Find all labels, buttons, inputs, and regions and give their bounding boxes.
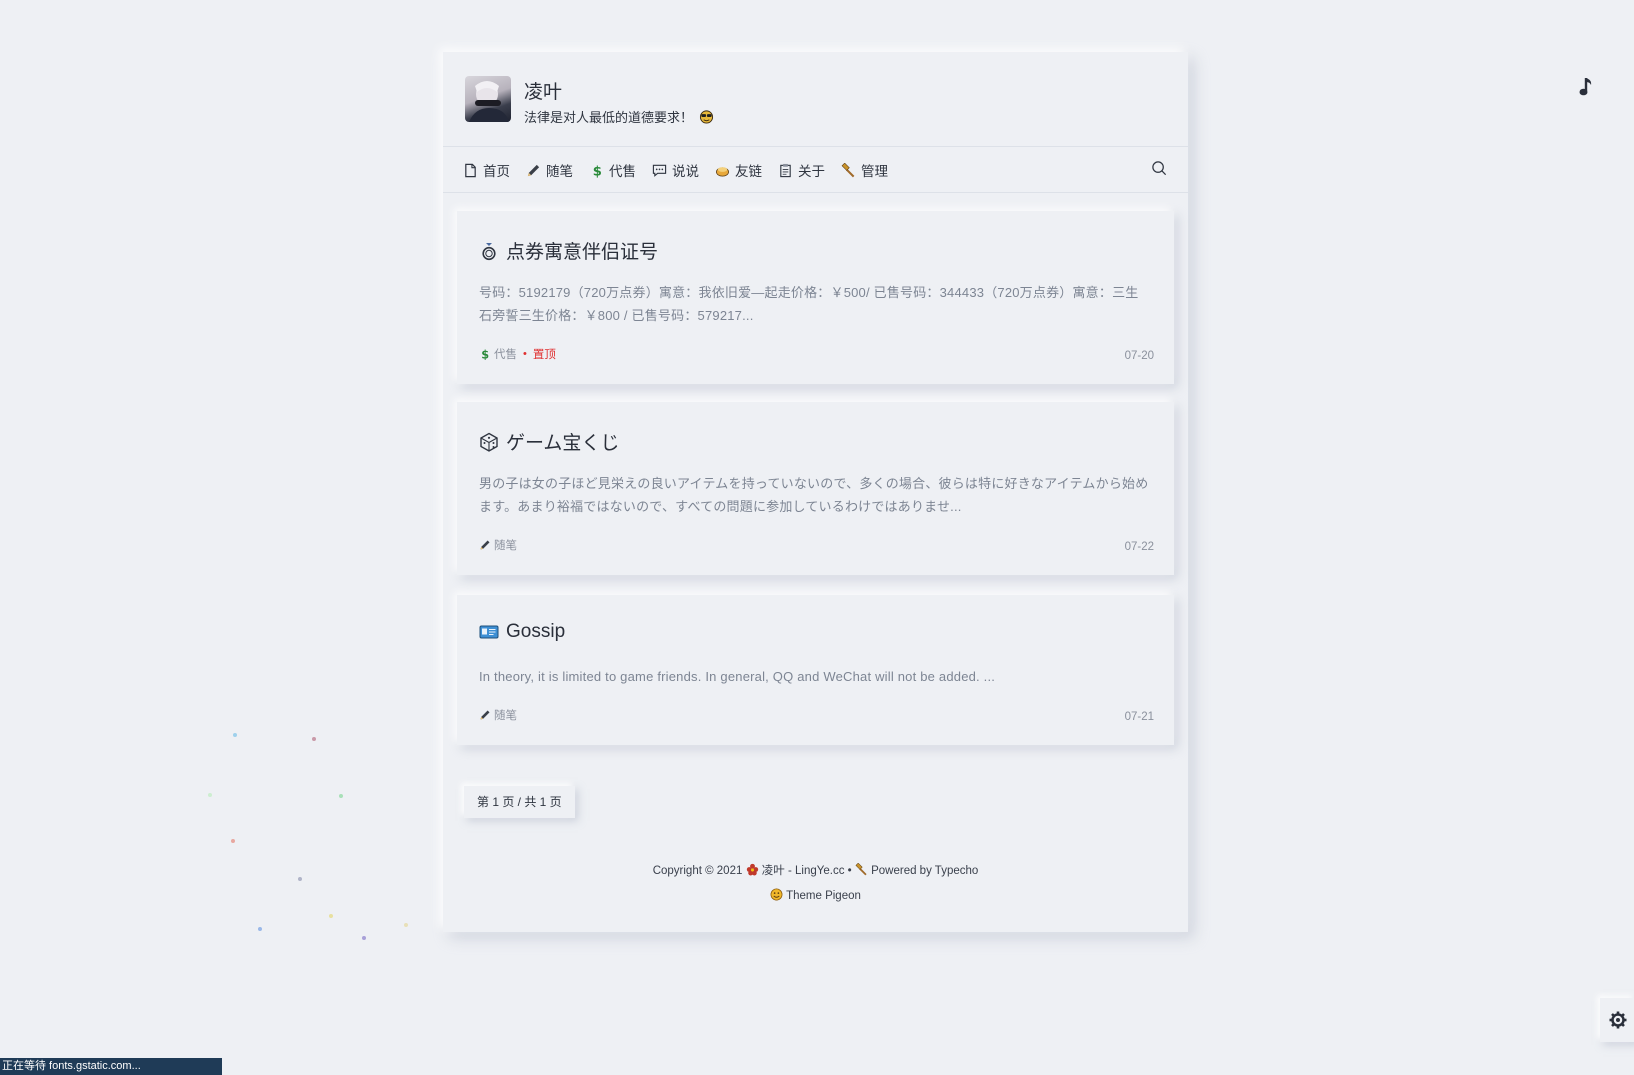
nav-label: 代售	[609, 164, 636, 179]
particle-dot	[404, 923, 408, 927]
nav-label: 关于	[798, 164, 825, 179]
particle-dot	[258, 927, 262, 931]
sunglasses-face-icon	[699, 110, 714, 124]
post-card: Gossip In theory, it is limited to game …	[457, 595, 1174, 745]
pencil-icon	[480, 710, 490, 720]
settings-button[interactable]	[1600, 998, 1634, 1042]
main-card: 凌叶 法律是对人最低的道德要求！ 首页 随笔 $ 代售 说说 友链 关于 管理 …	[443, 52, 1188, 932]
post-date: 07-22	[1124, 541, 1154, 553]
nav-label: 说说	[672, 164, 699, 179]
nav-item-essays[interactable]: 随笔	[526, 160, 573, 180]
post-title[interactable]: ゲーム宝くじ	[479, 428, 619, 455]
nav-item-admin[interactable]: 管理	[841, 160, 888, 180]
footer-powered-by[interactable]: Powered by Typecho	[871, 865, 978, 877]
footer-line-2: Theme Pigeon	[443, 888, 1188, 904]
post-title[interactable]: 点券寓意伴侣证号	[479, 237, 658, 264]
nav-item-moments[interactable]: 说说	[652, 160, 699, 180]
particle-dot	[298, 877, 302, 881]
particle-dot	[329, 914, 333, 918]
post-title-text: Gossip	[506, 621, 566, 642]
search-icon[interactable]	[1151, 160, 1168, 177]
site-header: 凌叶 法律是对人最低的道德要求！	[443, 52, 1188, 146]
particle-dot	[208, 793, 212, 797]
hammer-icon	[841, 162, 855, 177]
header-divider	[443, 146, 1188, 147]
post-category[interactable]: 随笔	[479, 707, 517, 723]
speech-bubble-icon	[652, 164, 667, 177]
pudding-icon	[716, 166, 729, 176]
post-category[interactable]: $ 代售	[479, 346, 517, 362]
pagination-label: 第 1 页 / 共 1 页	[464, 786, 575, 818]
footer-copyright: Copyright © 2021	[652, 865, 743, 877]
post-excerpt: 男の子は女の子ほど見栄えの良いアイテムを持っていないので、多くの場合、彼らは特に…	[479, 476, 1149, 514]
post-title-text: 点券寓意伴侣证号	[506, 242, 659, 263]
post-category[interactable]: 随笔	[479, 537, 517, 553]
post-date: 07-21	[1124, 711, 1154, 723]
footer-site-link[interactable]: 凌叶 - LingYe.cc	[762, 865, 845, 877]
nav-label: 友链	[735, 164, 762, 179]
browser-status-bar: 正在等待 fonts.gstatic.com...	[0, 1058, 222, 1075]
id-card-icon	[479, 625, 499, 639]
nav-label: 随笔	[546, 164, 573, 179]
music-note-icon[interactable]	[1578, 76, 1596, 98]
footer-separator: •	[847, 865, 852, 877]
flower-icon	[746, 863, 759, 879]
particle-dot	[312, 737, 316, 741]
particle-dot	[339, 794, 343, 798]
svg-text:$: $	[481, 349, 489, 361]
post-title-text: ゲーム宝くじ	[506, 433, 620, 454]
footer-line-1: Copyright © 2021 凌叶 - LingYe.cc • Powere…	[443, 862, 1188, 879]
post-meta: 随笔	[479, 707, 517, 723]
post-excerpt: 号码：5192179（720万点券）寓意：我依旧爱—起走价格：￥500/ 已售号…	[479, 285, 1139, 323]
nav-item-links[interactable]: 友链	[715, 160, 762, 180]
post-category-label: 代售	[494, 349, 517, 361]
dice-icon	[480, 432, 498, 452]
post-card: 点券寓意伴侣证号 号码：5192179（720万点券）寓意：我依旧爱—起走价格：…	[457, 211, 1174, 384]
dollar-icon: $	[593, 164, 602, 177]
site-description-text: 法律是对人最低的道德要求！	[524, 110, 694, 125]
post-excerpt: In theory, it is limited to game friends…	[479, 669, 996, 684]
pencil-icon	[527, 164, 540, 176]
particle-dot	[362, 936, 366, 940]
post-card: ゲーム宝くじ 男の子は女の子ほど見栄えの良いアイテムを持っていないので、多くの場…	[457, 402, 1174, 575]
clipboard-icon	[780, 163, 791, 177]
particle-dot	[233, 733, 237, 737]
post-meta: 随笔	[479, 537, 517, 553]
nav-item-sale[interactable]: $ 代售	[589, 160, 636, 180]
site-description: 法律是对人最低的道德要求！	[524, 107, 714, 126]
footer-theme[interactable]: Theme Pigeon	[786, 890, 861, 902]
post-date: 07-20	[1124, 350, 1154, 362]
post-meta: $ 代售 • 置顶	[479, 346, 556, 362]
svg-text:$: $	[593, 164, 602, 177]
dollar-icon: $	[481, 349, 489, 361]
home-doc-icon	[465, 163, 476, 177]
particle-dot	[231, 839, 235, 843]
avatar[interactable]	[465, 76, 511, 122]
ring-icon	[482, 242, 496, 260]
post-title[interactable]: Gossip	[479, 621, 565, 643]
post-category-label: 随笔	[494, 540, 517, 552]
nav-item-home[interactable]: 首页	[463, 160, 510, 180]
main-nav: 首页 随笔 $ 代售 说说 友链 关于 管理	[463, 160, 888, 180]
nav-item-about[interactable]: 关于	[778, 160, 825, 180]
grinning-face-icon	[770, 888, 783, 904]
nav-label: 首页	[483, 164, 510, 179]
pencil-icon	[480, 540, 490, 550]
sticky-badge: 置顶	[532, 349, 556, 361]
post-category-label: 随笔	[494, 710, 517, 722]
gear-icon	[1609, 1011, 1627, 1029]
meta-separator-dot: •	[523, 348, 527, 360]
hammer-icon	[855, 862, 868, 879]
nav-divider	[443, 192, 1188, 193]
site-title[interactable]: 凌叶	[524, 77, 562, 104]
nav-label: 管理	[861, 164, 888, 179]
